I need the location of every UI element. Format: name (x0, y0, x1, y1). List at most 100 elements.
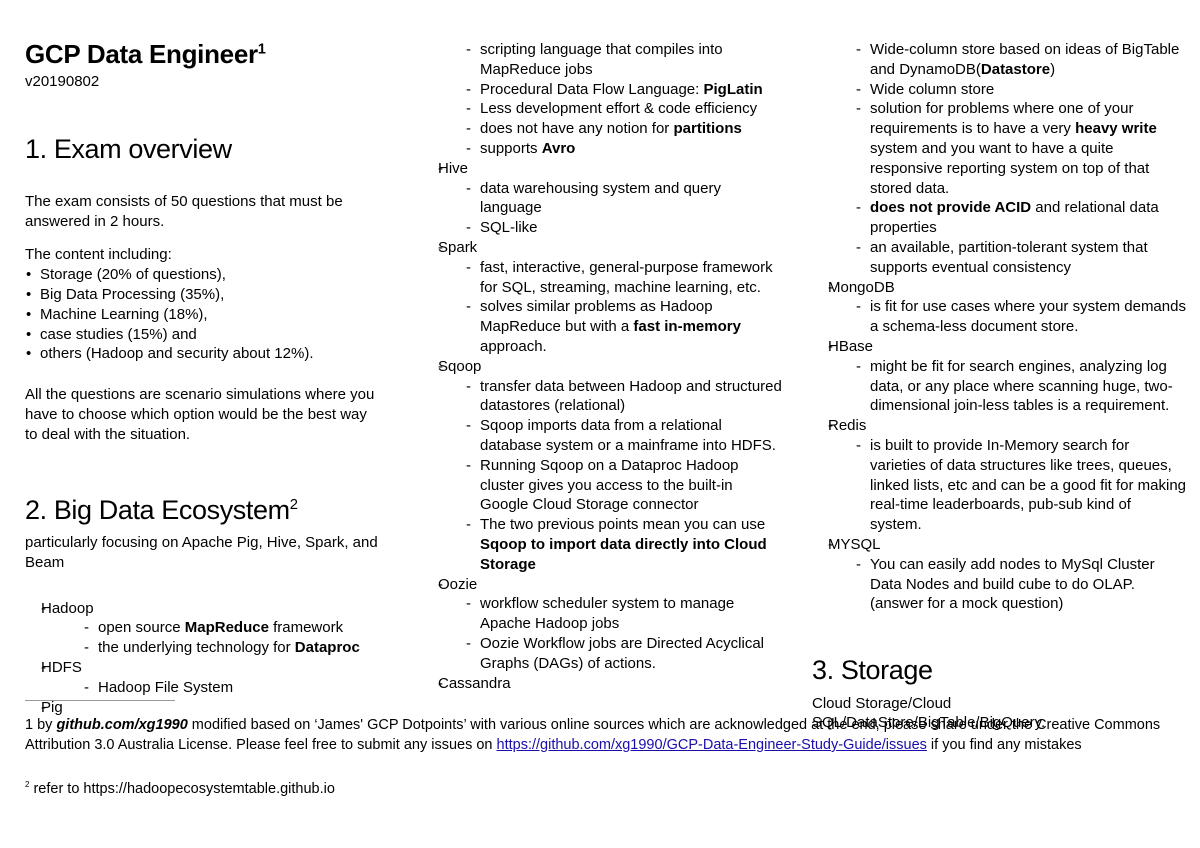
exam-outro-text: All the questions are scenario simulatio… (25, 386, 375, 443)
outline-item-text: Oozie Workflow jobs are Directed Acyclic… (466, 634, 782, 674)
outline-item-text: transfer data between Hadoop and structu… (466, 377, 782, 417)
outline-item-text: Less development effort & code efficienc… (466, 99, 782, 119)
outline-item-top: MYSQL (812, 535, 1186, 555)
outline-item-sub: Procedural Data Flow Language: PigLatin (422, 80, 782, 100)
outline-item-text: data warehousing system and query langua… (466, 179, 782, 219)
exam-content-label: The content including: (25, 246, 172, 264)
outline-item-text: does not provide ACID and relational dat… (856, 198, 1186, 238)
outline-item-text: Sqoop imports data from a relational dat… (466, 416, 782, 456)
footnote-divider (25, 700, 175, 701)
footnote-2-text: refer to https://hadoopecosystemtable.gi… (33, 781, 335, 797)
outline-item-text: supports Avro (466, 139, 782, 159)
outline-item-sub: solution for problems where one of your … (812, 99, 1186, 198)
outline-item-text: Hadoop (41, 599, 378, 619)
outline-item-sub: Running Sqoop on a Dataproc Hadoop clust… (422, 456, 782, 515)
outline-item-sub: Hadoop File System (25, 678, 378, 698)
list-item: Big Data Processing (35%), (25, 285, 378, 305)
outline-item-text: an available, partition-tolerant system … (856, 238, 1186, 278)
outline-item-top: Oozie (422, 575, 782, 595)
outline-item-text: might be fit for search engines, analyzi… (856, 357, 1186, 416)
outline-item-sub: open source MapReduce framework (25, 618, 378, 638)
big-data-subtitle: particularly focusing on Apache Pig, Hiv… (25, 533, 378, 571)
page-title: GCP Data Engineer1 (25, 39, 378, 70)
outline-item-sub: Wide-column store based on ideas of BigT… (812, 40, 1186, 80)
outline-item-text: HDFS (41, 658, 378, 678)
outline-item-text: Spark (438, 238, 782, 258)
outline-item-text: MongoDB (828, 278, 1186, 298)
footnote-1: 1 by github.com/xg1990 modified based on… (25, 717, 1161, 753)
outline-item-text: MYSQL (828, 535, 1186, 555)
outline-item-text: Redis (828, 416, 1186, 436)
column-right: Wide-column store based on ideas of BigT… (800, 40, 1200, 733)
page-title-text: GCP Data Engineer (25, 39, 258, 69)
column-left: GCP Data Engineer1 v20190802 1. Exam ove… (0, 39, 400, 717)
list-item: Machine Learning (18%), (25, 305, 378, 325)
footnote-2: 2 refer to https://hadoopecosystemtable.… (25, 779, 1175, 799)
outline-item-text: scripting language that compiles into Ma… (466, 40, 782, 80)
outline-item-text: the underlying technology for Dataproc (84, 638, 378, 658)
document-version: v20190802 (25, 72, 100, 90)
outline-item-text: solves similar problems as Hadoop MapRed… (466, 297, 782, 356)
outline-item-sub: workflow scheduler system to manage Apac… (422, 594, 782, 634)
outline-item-top: Sqoop (422, 357, 782, 377)
outline-item-sub: Less development effort & code efficienc… (422, 99, 782, 119)
outline-item-top: Redis (812, 416, 1186, 436)
outline-item-sub: does not provide ACID and relational dat… (812, 198, 1186, 238)
outline-item-text: SQL-like (466, 218, 782, 238)
exam-content-list: Storage (20% of questions),Big Data Proc… (25, 265, 378, 364)
outline-item-sub: Sqoop imports data from a relational dat… (422, 416, 782, 456)
document-page: GCP Data Engineer1 v20190802 1. Exam ove… (0, 0, 1200, 848)
list-item: Storage (20% of questions), (25, 265, 378, 285)
outline-item-text: Hadoop File System (84, 678, 378, 698)
section-heading-storage: 3. Storage (812, 655, 933, 686)
outline-item-sub: data warehousing system and query langua… (422, 179, 782, 219)
column-middle: scripting language that compiles into Ma… (400, 40, 800, 693)
outline-item-text: Wide-column store based on ideas of BigT… (856, 40, 1186, 80)
outline-item-sub: does not have any notion for partitions (422, 119, 782, 139)
outline-item-text: is fit for use cases where your system d… (856, 297, 1186, 337)
outline-item-sub: Oozie Workflow jobs are Directed Acyclic… (422, 634, 782, 674)
outline-item-sub: transfer data between Hadoop and structu… (422, 377, 782, 417)
list-item: case studies (15%) and (25, 325, 378, 345)
outline-item-sub: The two previous points mean you can use… (422, 515, 782, 574)
outline-item-text: Sqoop (438, 357, 782, 377)
outline-item-top: Spark (422, 238, 782, 258)
outline-item-sub: SQL-like (422, 218, 782, 238)
outline-item-sub: is built to provide In-Memory search for… (812, 436, 1186, 535)
outline-item-sub: the underlying technology for Dataproc (25, 638, 378, 658)
outline-item-sub: an available, partition-tolerant system … (812, 238, 1186, 278)
big-data-outline-right: Wide-column store based on ideas of BigT… (812, 40, 1186, 614)
outline-item-text: Hive (438, 159, 782, 179)
outline-item-text: Wide column store (856, 80, 1186, 100)
big-data-outline-middle: scripting language that compiles into Ma… (422, 40, 782, 693)
outline-item-top: Hadoop (25, 599, 378, 619)
outline-item-text: solution for problems where one of your … (856, 99, 1186, 198)
outline-item-text: HBase (828, 337, 1186, 357)
outline-item-text: fast, interactive, general-purpose frame… (466, 258, 782, 298)
outline-item-top: Cassandra (422, 674, 782, 694)
outline-item-text: is built to provide In-Memory search for… (856, 436, 1186, 535)
page-title-superscript: 1 (257, 41, 266, 58)
outline-item-text: Running Sqoop on a Dataproc Hadoop clust… (466, 456, 782, 515)
issues-link[interactable]: https://github.com/xg1990/GCP-Data-Engin… (497, 737, 927, 753)
section-heading-exam-overview: 1. Exam overview (25, 134, 232, 165)
outline-item-sub: is fit for use cases where your system d… (812, 297, 1186, 337)
footnotes: 1 by github.com/xg1990 modified based on… (25, 700, 1175, 799)
outline-item-text: workflow scheduler system to manage Apac… (466, 594, 782, 634)
outline-item-sub: You can easily add nodes to MySql Cluste… (812, 555, 1186, 614)
list-item: others (Hadoop and security about 12%). (25, 344, 378, 364)
outline-item-sub: might be fit for search engines, analyzi… (812, 357, 1186, 416)
outline-item-text: Cassandra (438, 674, 782, 694)
section-heading-text: 2. Big Data Ecosystem (25, 494, 290, 525)
